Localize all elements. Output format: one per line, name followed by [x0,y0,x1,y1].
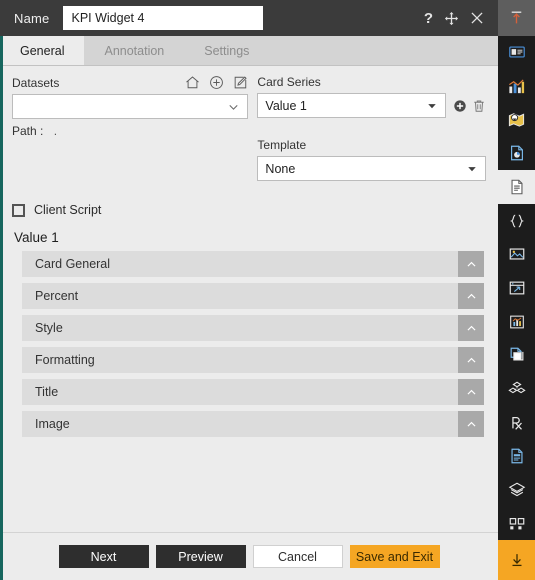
footer-actions: Next Preview Cancel Save and Exit [0,532,498,580]
card-series-value: Value 1 [265,98,307,113]
sidebar-item-cubes[interactable] [498,372,535,406]
datasets-label-row: Datasets [12,75,248,90]
datasets-select[interactable] [12,94,249,119]
next-button[interactable]: Next [58,545,149,568]
chevron-up-icon[interactable] [458,411,484,437]
sidebar-item-layers[interactable] [498,473,535,507]
path-row: Path : . [12,124,248,138]
chevron-up-icon[interactable] [458,379,484,405]
edit-icon[interactable] [233,75,248,90]
card-series-column: Card Series Value 1 Template None [257,75,486,181]
value-section-title: Value 1 [14,230,59,245]
tab-settings[interactable]: Settings [184,36,269,65]
sidebar-item-prescription[interactable] [498,406,535,440]
datasets-column: Datasets Path: . [12,75,249,181]
titlebar: Name ? [0,0,498,36]
accordion-item-percent[interactable]: Percent [22,283,484,309]
add-circle-icon[interactable] [209,75,224,90]
sidebar-item-form-document[interactable] [498,440,535,474]
card-series-control: Value 1 [257,93,486,118]
chevron-up-icon[interactable] [458,315,484,341]
pin-up-icon[interactable] [498,0,535,36]
preview-button[interactable]: Preview [155,545,246,568]
name-label: Name [14,10,50,26]
editor-panel: Name ? General Annotation Setti [0,0,498,580]
sidebar-item-copy-pages[interactable] [498,339,535,373]
sidebar-item-frame-window[interactable] [498,271,535,305]
accordion-item-style[interactable]: Style [22,315,484,341]
accordion-item-title[interactable]: Title [22,379,484,405]
trash-icon[interactable] [472,99,486,113]
accordion: Card General Percent Style Formatting Ti… [12,251,486,437]
right-sidebar [498,0,535,580]
kpi-widget-editor: Name ? General Annotation Setti [0,0,535,580]
path-value: . [53,124,58,138]
accordion-label: Title [35,385,59,399]
panel-body: Datasets Path: . Card Series Value 1 Te… [0,66,498,532]
client-script-checkbox[interactable] [12,203,25,217]
tab-annotation[interactable]: Annotation [84,36,184,65]
top-fields-row: Datasets Path: . Card Series Value 1 Te… [12,75,486,181]
cancel-button[interactable]: Cancel [252,545,343,568]
accordion-label: Style [35,321,63,335]
sidebar-item-bar-chart[interactable] [498,69,535,103]
tab-bar: General Annotation Settings [0,36,498,66]
template-select[interactable]: None [257,156,486,181]
card-series-select[interactable]: Value 1 [257,93,446,118]
chevron-down-icon [466,163,478,175]
template-value: None [265,161,296,176]
help-icon[interactable]: ? [424,11,433,26]
accordion-item-card-general[interactable]: Card General [22,251,484,277]
sidebar-item-line-chart[interactable] [498,305,535,339]
accordion-item-image[interactable]: Image [22,411,484,437]
chevron-down-icon [426,100,438,112]
add-circle-filled-icon[interactable] [453,99,467,113]
chevron-down-icon [227,100,240,113]
save-and-exit-button[interactable]: Save and Exit [349,545,440,568]
client-script-label: Client Script [34,203,102,217]
home-icon[interactable] [185,75,200,90]
chevron-up-icon[interactable] [458,283,484,309]
sidebar-item-code-braces[interactable] [498,204,535,238]
sidebar-item-map-pin[interactable] [498,103,535,137]
client-script-row[interactable]: Client Script [12,203,486,217]
download-icon[interactable] [498,540,535,580]
card-series-label: Card Series [257,75,321,89]
template-block: Template None [257,138,486,181]
left-accent-bar [0,36,3,580]
move-icon[interactable] [444,11,459,26]
chevron-up-icon[interactable] [458,347,484,373]
datasets-label: Datasets [12,75,60,90]
path-label: Path : [12,124,44,138]
tab-general[interactable]: General [0,36,85,65]
titlebar-icons: ? [424,11,490,26]
widget-name-input[interactable] [63,6,264,30]
card-series-buttons [453,99,486,113]
sidebar-item-image[interactable] [498,238,535,272]
accordion-label: Formatting [35,353,95,367]
sidebar-item-card-widget[interactable] [498,36,535,70]
accordion-label: Image [35,417,70,431]
datasets-actions [185,75,248,90]
accordion-label: Card General [35,257,111,271]
sidebar-item-report-chart[interactable] [498,137,535,171]
close-icon[interactable] [470,11,484,25]
accordion-item-formatting[interactable]: Formatting [22,347,484,373]
chevron-up-icon[interactable] [458,251,484,277]
sidebar-item-grid-blocks[interactable] [498,507,535,541]
template-label: Template [257,138,307,152]
accordion-label: Percent [35,289,79,303]
sidebar-item-document[interactable] [498,170,535,204]
